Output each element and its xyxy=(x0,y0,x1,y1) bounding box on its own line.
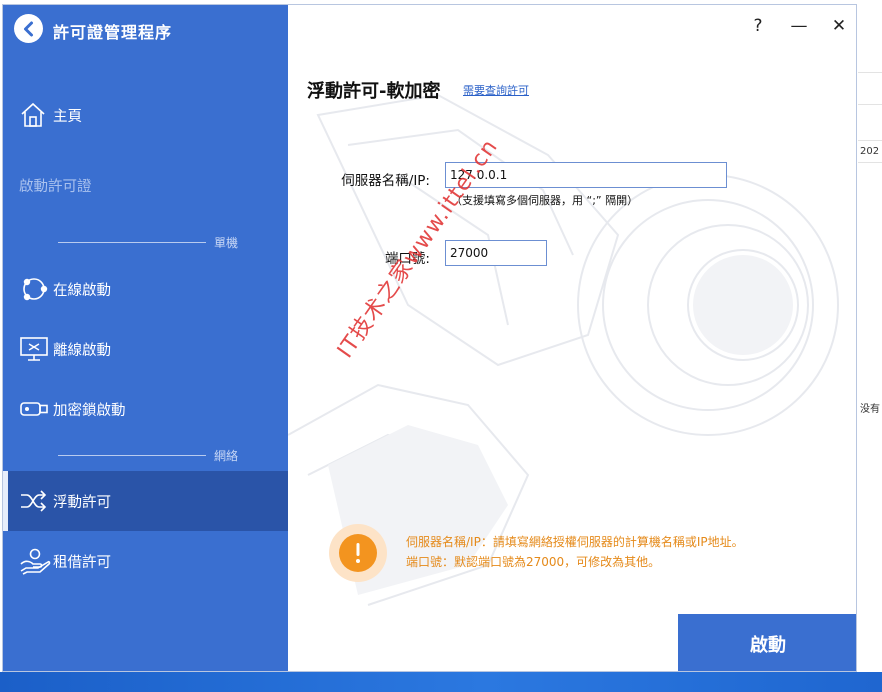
sidebar-item-label: 租借許可 xyxy=(53,554,111,571)
divider-line xyxy=(58,242,206,243)
section-label: 網絡 xyxy=(213,449,238,463)
exclamation-icon xyxy=(339,534,377,572)
section-label: 單機 xyxy=(213,236,238,250)
minimize-button[interactable]: — xyxy=(785,14,813,38)
desktop-divider xyxy=(858,140,882,141)
desktop-background: 202 没有 xyxy=(858,0,882,672)
close-button[interactable]: ✕ xyxy=(825,14,853,38)
app-title: 許可證管理程序 xyxy=(53,23,173,42)
network-nodes-icon xyxy=(19,274,53,304)
desktop-divider xyxy=(858,162,882,163)
shuffle-icon xyxy=(19,486,53,516)
sidebar: 許可證管理程序 主頁 啟動許可證 單機 在線啟動 離線啟動 加密鎖啟動 網絡 浮… xyxy=(3,5,288,671)
section-divider-standalone: 單機 xyxy=(58,234,238,251)
sidebar-item-borrow[interactable]: 租借許可 xyxy=(3,531,288,591)
inquire-license-link[interactable]: 需要查詢許可 xyxy=(463,82,529,98)
port-input[interactable] xyxy=(445,240,547,266)
server-label: 伺服器名稱/IP: xyxy=(341,173,430,189)
desktop-divider xyxy=(858,72,882,73)
page-title: 浮動許可-軟加密 xyxy=(307,81,441,102)
sidebar-item-label: 離線啟動 xyxy=(53,342,111,359)
hand-share-icon xyxy=(19,546,53,576)
sidebar-item-label: 在線啟動 xyxy=(53,282,111,299)
sidebar-item-label: 浮動許可 xyxy=(53,494,111,511)
info-icon-badge xyxy=(329,524,387,582)
server-hint: （支援填寫多個伺服器，用 “;” 隔開） xyxy=(451,194,639,207)
desktop-partial-text: 202 xyxy=(860,146,880,157)
divider-line xyxy=(58,455,206,456)
main-panel: ? — ✕ 浮動許可-軟加密 需要查詢許可 伺服器名稱/IP: （支援填寫多個伺… xyxy=(288,5,856,671)
desktop-divider xyxy=(858,104,882,105)
activate-button[interactable]: 啟動 xyxy=(678,614,856,671)
section-divider-network: 網絡 xyxy=(58,447,238,464)
back-button[interactable] xyxy=(14,14,43,43)
monitor-icon xyxy=(19,334,53,364)
sidebar-item-home[interactable]: 主頁 xyxy=(3,85,288,145)
sidebar-item-label: 啟動許可證 xyxy=(19,178,92,195)
desktop-partial-text: 没有 xyxy=(860,404,880,415)
home-icon xyxy=(19,100,53,130)
sidebar-item-online[interactable]: 在線啟動 xyxy=(3,259,288,319)
sidebar-item-activate-license[interactable]: 啟動許可證 xyxy=(3,155,288,215)
license-manager-window: 許可證管理程序 主頁 啟動許可證 單機 在線啟動 離線啟動 加密鎖啟動 網絡 浮… xyxy=(2,4,857,672)
sidebar-item-dongle[interactable]: 加密鎖啟動 xyxy=(3,379,288,439)
chevron-left-icon xyxy=(23,21,33,36)
help-button[interactable]: ? xyxy=(744,14,772,38)
sidebar-item-floating[interactable]: 浮動許可 xyxy=(3,471,288,531)
sidebar-item-label: 主頁 xyxy=(53,108,82,125)
taskbar xyxy=(0,672,882,692)
usb-dongle-icon xyxy=(19,394,53,424)
info-text-port: 端口號：默認端口號為27000，可修改為其他。 xyxy=(406,555,661,569)
sidebar-item-offline[interactable]: 離線啟動 xyxy=(3,319,288,379)
sidebar-item-label: 加密鎖啟動 xyxy=(53,402,126,419)
info-text-server: 伺服器名稱/IP：請填寫網絡授權伺服器的計算機名稱或IP地址。 xyxy=(406,535,744,549)
